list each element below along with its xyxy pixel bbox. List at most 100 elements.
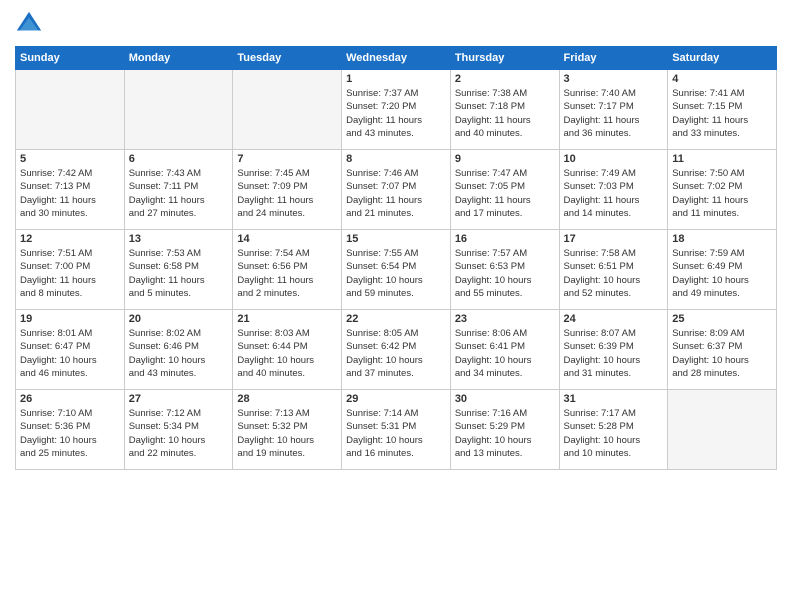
- day-info: Sunrise: 7:16 AMSunset: 5:29 PMDaylight:…: [455, 407, 555, 460]
- day-number: 4: [672, 73, 772, 85]
- calendar-day-cell: 6 Sunrise: 7:43 AMSunset: 7:11 PMDaylight…: [124, 150, 233, 230]
- day-info: Sunrise: 8:05 AMSunset: 6:42 PMDaylight:…: [346, 327, 446, 380]
- calendar-week-row: 1 Sunrise: 7:37 AMSunset: 7:20 PMDaylight…: [16, 70, 777, 150]
- header: [15, 10, 777, 38]
- calendar-week-row: 26 Sunrise: 7:10 AMSunset: 5:36 PMDayligh…: [16, 390, 777, 470]
- weekday-header-cell: Thursday: [450, 47, 559, 70]
- weekday-header-cell: Wednesday: [342, 47, 451, 70]
- calendar-day-cell: 10Sunrise: 7:49 AMSunset: 7:03 PMDayligh…: [559, 150, 668, 230]
- day-info: Sunrise: 7:14 AMSunset: 5:31 PMDaylight:…: [346, 407, 446, 460]
- calendar-day-cell: 7Sunrise: 7:45 AMSunset: 7:09 PMDaylight…: [233, 150, 342, 230]
- day-number: 26: [20, 393, 120, 405]
- day-info: Sunrise: 8:06 AMSunset: 6:41 PMDaylight:…: [455, 327, 555, 380]
- calendar-week-row: 19 Sunrise: 8:01 AMSunset: 6:47 PMDayligh…: [16, 310, 777, 390]
- day-number: 19: [20, 313, 120, 325]
- day-number: 15: [346, 233, 446, 245]
- calendar-day-cell: 27 Sunrise: 7:12 AMSunset: 5:34 PMDayligh…: [124, 390, 233, 470]
- day-info: Sunrise: 8:07 AMSunset: 6:39 PMDaylight:…: [564, 327, 664, 380]
- weekday-header-cell: Saturday: [668, 47, 777, 70]
- calendar-day-cell: [124, 70, 233, 150]
- calendar-day-cell: 13Sunrise: 7:53 AMSunset: 6:58 PMDayligh…: [124, 230, 233, 310]
- day-number: 16: [455, 233, 555, 245]
- day-info: Sunrise: 7:37 AMSunset: 7:20 PMDaylight:…: [346, 87, 446, 140]
- day-number: 30: [455, 393, 555, 405]
- day-number: 13: [129, 233, 229, 245]
- day-info: Sunrise: 7:12 AMSunset: 5:34 PMDaylight:…: [129, 407, 229, 460]
- calendar-day-cell: [16, 70, 125, 150]
- day-number: 12: [20, 233, 120, 245]
- calendar-body: 1 Sunrise: 7:37 AMSunset: 7:20 PMDaylight…: [16, 70, 777, 470]
- day-info: Sunrise: 7:41 AMSunset: 7:15 PMDaylight:…: [672, 87, 772, 140]
- day-number: 21: [237, 313, 337, 325]
- day-info: Sunrise: 7:17 AMSunset: 5:28 PMDaylight:…: [564, 407, 664, 460]
- day-number: 28: [237, 393, 337, 405]
- calendar-day-cell: 3 Sunrise: 7:40 AMSunset: 7:17 PMDaylight…: [559, 70, 668, 150]
- calendar-week-row: 12 Sunrise: 7:51 AMSunset: 7:00 PMDayligh…: [16, 230, 777, 310]
- day-info: Sunrise: 7:58 AMSunset: 6:51 PMDaylight:…: [564, 247, 664, 300]
- day-number: 5: [20, 153, 120, 165]
- day-number: 25: [672, 313, 772, 325]
- calendar-day-cell: 25Sunrise: 8:09 AMSunset: 6:37 PMDayligh…: [668, 310, 777, 390]
- calendar-day-cell: 18Sunrise: 7:59 AMSunset: 6:49 PMDayligh…: [668, 230, 777, 310]
- day-info: Sunrise: 7:13 AMSunset: 5:32 PMDaylight:…: [237, 407, 337, 460]
- day-number: 3: [564, 73, 664, 85]
- day-number: 9: [455, 153, 555, 165]
- day-info: Sunrise: 7:42 AMSunset: 7:13 PMDaylight:…: [20, 167, 120, 220]
- day-info: Sunrise: 7:38 AMSunset: 7:18 PMDaylight:…: [455, 87, 555, 140]
- logo: [15, 10, 45, 38]
- calendar-day-cell: 1 Sunrise: 7:37 AMSunset: 7:20 PMDaylight…: [342, 70, 451, 150]
- calendar-day-cell: 31 Sunrise: 7:17 AMSunset: 5:28 PMDayligh…: [559, 390, 668, 470]
- calendar-day-cell: 14 Sunrise: 7:54 AMSunset: 6:56 PMDayligh…: [233, 230, 342, 310]
- calendar-day-cell: 19 Sunrise: 8:01 AMSunset: 6:47 PMDayligh…: [16, 310, 125, 390]
- calendar-day-cell: 9Sunrise: 7:47 AMSunset: 7:05 PMDaylight…: [450, 150, 559, 230]
- calendar-day-cell: 24 Sunrise: 8:07 AMSunset: 6:39 PMDayligh…: [559, 310, 668, 390]
- calendar-day-cell: 26 Sunrise: 7:10 AMSunset: 5:36 PMDayligh…: [16, 390, 125, 470]
- day-info: Sunrise: 7:57 AMSunset: 6:53 PMDaylight:…: [455, 247, 555, 300]
- day-info: Sunrise: 7:40 AMSunset: 7:17 PMDaylight:…: [564, 87, 664, 140]
- day-info: Sunrise: 7:51 AMSunset: 7:00 PMDaylight:…: [20, 247, 120, 300]
- day-info: Sunrise: 7:10 AMSunset: 5:36 PMDaylight:…: [20, 407, 120, 460]
- day-info: Sunrise: 7:43 AMSunset: 7:11 PMDaylight:…: [129, 167, 229, 220]
- weekday-header-cell: Monday: [124, 47, 233, 70]
- calendar-day-cell: 30 Sunrise: 7:16 AMSunset: 5:29 PMDayligh…: [450, 390, 559, 470]
- day-number: 18: [672, 233, 772, 245]
- weekday-header-cell: Friday: [559, 47, 668, 70]
- calendar-day-cell: 5 Sunrise: 7:42 AMSunset: 7:13 PMDaylight…: [16, 150, 125, 230]
- calendar-week-row: 5 Sunrise: 7:42 AMSunset: 7:13 PMDaylight…: [16, 150, 777, 230]
- day-number: 22: [346, 313, 446, 325]
- calendar-day-cell: 29 Sunrise: 7:14 AMSunset: 5:31 PMDayligh…: [342, 390, 451, 470]
- calendar-day-cell: 20Sunrise: 8:02 AMSunset: 6:46 PMDayligh…: [124, 310, 233, 390]
- calendar-day-cell: 22 Sunrise: 8:05 AMSunset: 6:42 PMDayligh…: [342, 310, 451, 390]
- day-number: 23: [455, 313, 555, 325]
- calendar-day-cell: 11 Sunrise: 7:50 AMSunset: 7:02 PMDayligh…: [668, 150, 777, 230]
- day-number: 2: [455, 73, 555, 85]
- calendar-day-cell: 17 Sunrise: 7:58 AMSunset: 6:51 PMDayligh…: [559, 230, 668, 310]
- day-number: 31: [564, 393, 664, 405]
- day-number: 7: [237, 153, 337, 165]
- calendar-day-cell: 16 Sunrise: 7:57 AMSunset: 6:53 PMDayligh…: [450, 230, 559, 310]
- day-info: Sunrise: 7:50 AMSunset: 7:02 PMDaylight:…: [672, 167, 772, 220]
- calendar-day-cell: [668, 390, 777, 470]
- weekday-header-row: SundayMondayTuesdayWednesdayThursdayFrid…: [16, 47, 777, 70]
- day-number: 10: [564, 153, 664, 165]
- calendar-day-cell: 12 Sunrise: 7:51 AMSunset: 7:00 PMDayligh…: [16, 230, 125, 310]
- calendar-day-cell: 4 Sunrise: 7:41 AMSunset: 7:15 PMDaylight…: [668, 70, 777, 150]
- calendar-day-cell: 2 Sunrise: 7:38 AMSunset: 7:18 PMDaylight…: [450, 70, 559, 150]
- calendar-table: SundayMondayTuesdayWednesdayThursdayFrid…: [15, 46, 777, 470]
- logo-icon: [15, 10, 43, 38]
- day-info: Sunrise: 7:54 AMSunset: 6:56 PMDaylight:…: [237, 247, 337, 300]
- day-number: 11: [672, 153, 772, 165]
- day-number: 29: [346, 393, 446, 405]
- day-info: Sunrise: 7:46 AMSunset: 7:07 PMDaylight:…: [346, 167, 446, 220]
- weekday-header-cell: Sunday: [16, 47, 125, 70]
- day-number: 27: [129, 393, 229, 405]
- day-number: 17: [564, 233, 664, 245]
- day-number: 8: [346, 153, 446, 165]
- calendar-day-cell: 21Sunrise: 8:03 AMSunset: 6:44 PMDayligh…: [233, 310, 342, 390]
- day-number: 1: [346, 73, 446, 85]
- calendar-day-cell: 23 Sunrise: 8:06 AMSunset: 6:41 PMDayligh…: [450, 310, 559, 390]
- day-info: Sunrise: 8:01 AMSunset: 6:47 PMDaylight:…: [20, 327, 120, 380]
- day-number: 14: [237, 233, 337, 245]
- day-number: 6: [129, 153, 229, 165]
- day-number: 24: [564, 313, 664, 325]
